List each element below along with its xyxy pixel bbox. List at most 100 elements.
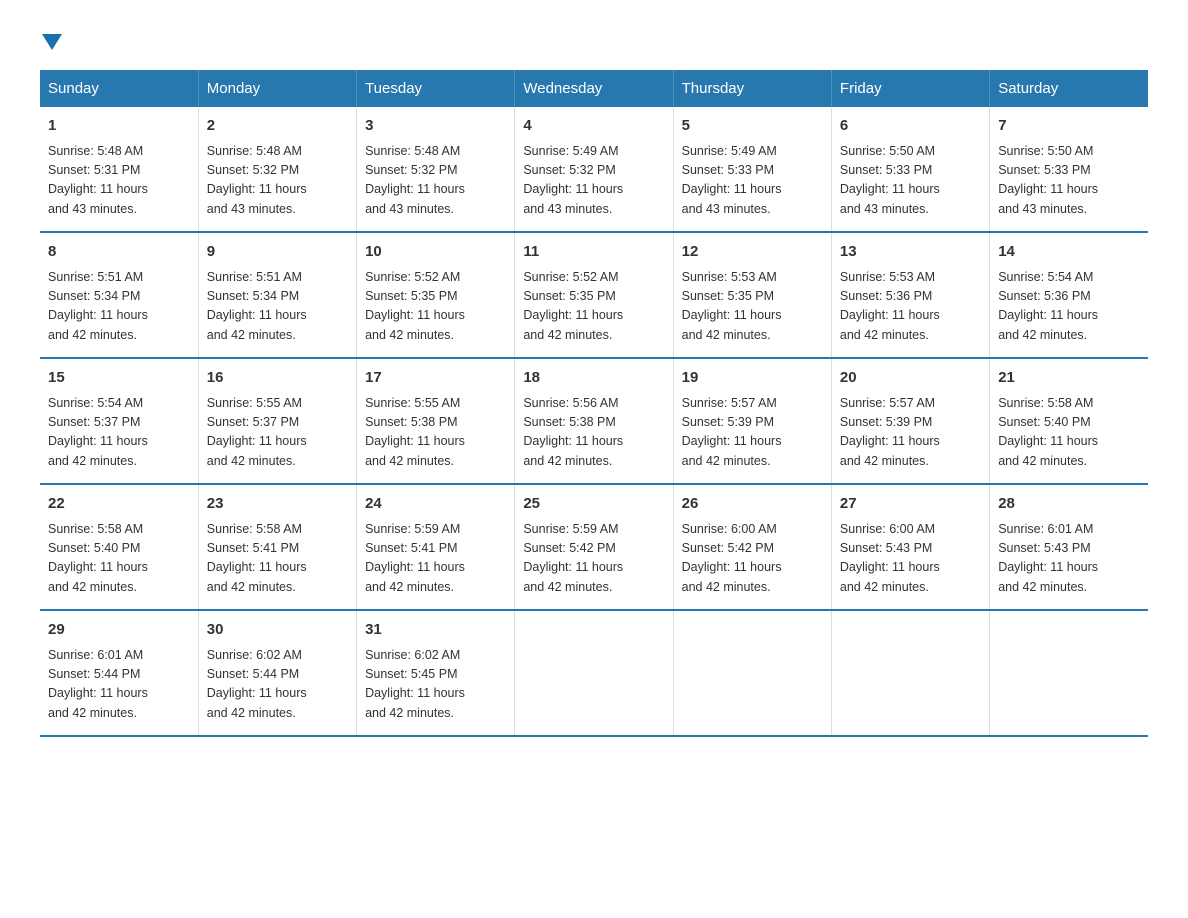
day-info: Sunrise: 5:52 AMSunset: 5:35 PMDaylight:… [365, 268, 506, 346]
weekday-header-monday: Monday [198, 70, 356, 107]
day-number: 24 [365, 493, 506, 516]
day-number: 31 [365, 619, 506, 642]
calendar-week-row: 15 Sunrise: 5:54 AMSunset: 5:37 PMDayligh… [40, 358, 1148, 484]
day-number: 25 [523, 493, 664, 516]
day-number: 5 [682, 115, 823, 138]
day-info: Sunrise: 5:58 AMSunset: 5:41 PMDaylight:… [207, 520, 348, 598]
calendar-cell: 17 Sunrise: 5:55 AMSunset: 5:38 PMDayligh… [357, 358, 515, 484]
weekday-header-sunday: Sunday [40, 70, 198, 107]
weekday-header-wednesday: Wednesday [515, 70, 673, 107]
day-info: Sunrise: 6:01 AMSunset: 5:43 PMDaylight:… [998, 520, 1140, 598]
day-number: 2 [207, 115, 348, 138]
day-number: 16 [207, 367, 348, 390]
calendar-cell: 5 Sunrise: 5:49 AMSunset: 5:33 PMDaylight… [673, 107, 831, 232]
calendar-cell: 25Sunrise: 5:59 AMSunset: 5:42 PMDayligh… [515, 484, 673, 610]
day-number: 9 [207, 241, 348, 264]
day-info: Sunrise: 5:50 AMSunset: 5:33 PMDaylight:… [998, 142, 1140, 220]
day-info: Sunrise: 5:51 AMSunset: 5:34 PMDaylight:… [48, 268, 190, 346]
day-number: 6 [840, 115, 981, 138]
calendar-cell: 8Sunrise: 5:51 AMSunset: 5:34 PMDaylight… [40, 232, 198, 358]
day-number: 1 [48, 115, 190, 138]
calendar-week-row: 29 Sunrise: 6:01 AMSunset: 5:44 PMDayligh… [40, 610, 1148, 736]
day-number: 20 [840, 367, 981, 390]
day-number: 11 [523, 241, 664, 264]
day-info: Sunrise: 5:48 AMSunset: 5:32 PMDaylight:… [365, 142, 506, 220]
calendar-cell: 18Sunrise: 5:56 AMSunset: 5:38 PMDayligh… [515, 358, 673, 484]
weekday-header-thursday: Thursday [673, 70, 831, 107]
calendar-cell [673, 610, 831, 736]
logo-arrow-icon [42, 34, 62, 50]
logo [40, 30, 62, 50]
day-info: Sunrise: 6:02 AMSunset: 5:44 PMDaylight:… [207, 646, 348, 724]
day-info: Sunrise: 5:57 AMSunset: 5:39 PMDaylight:… [840, 394, 981, 472]
calendar-cell: 3 Sunrise: 5:48 AMSunset: 5:32 PMDaylight… [357, 107, 515, 232]
calendar-cell [990, 610, 1148, 736]
calendar-cell: 22 Sunrise: 5:58 AMSunset: 5:40 PMDayligh… [40, 484, 198, 610]
calendar-cell: 26 Sunrise: 6:00 AMSunset: 5:42 PMDayligh… [673, 484, 831, 610]
day-info: Sunrise: 5:55 AMSunset: 5:37 PMDaylight:… [207, 394, 348, 472]
calendar-cell: 1 Sunrise: 5:48 AMSunset: 5:31 PMDaylight… [40, 107, 198, 232]
day-info: Sunrise: 5:58 AMSunset: 5:40 PMDaylight:… [48, 520, 190, 598]
day-number: 3 [365, 115, 506, 138]
calendar-cell: 16 Sunrise: 5:55 AMSunset: 5:37 PMDayligh… [198, 358, 356, 484]
calendar-cell: 19 Sunrise: 5:57 AMSunset: 5:39 PMDayligh… [673, 358, 831, 484]
calendar-cell: 9 Sunrise: 5:51 AMSunset: 5:34 PMDaylight… [198, 232, 356, 358]
day-number: 28 [998, 493, 1140, 516]
day-info: Sunrise: 5:58 AMSunset: 5:40 PMDaylight:… [998, 394, 1140, 472]
page-header [40, 30, 1148, 50]
calendar-cell: 28 Sunrise: 6:01 AMSunset: 5:43 PMDayligh… [990, 484, 1148, 610]
day-number: 10 [365, 241, 506, 264]
day-info: Sunrise: 5:53 AMSunset: 5:35 PMDaylight:… [682, 268, 823, 346]
day-info: Sunrise: 6:01 AMSunset: 5:44 PMDaylight:… [48, 646, 190, 724]
calendar-cell: 27Sunrise: 6:00 AMSunset: 5:43 PMDayligh… [831, 484, 989, 610]
day-info: Sunrise: 5:50 AMSunset: 5:33 PMDaylight:… [840, 142, 981, 220]
calendar-cell: 2Sunrise: 5:48 AMSunset: 5:32 PMDaylight… [198, 107, 356, 232]
calendar-cell: 30Sunrise: 6:02 AMSunset: 5:44 PMDayligh… [198, 610, 356, 736]
day-info: Sunrise: 6:00 AMSunset: 5:42 PMDaylight:… [682, 520, 823, 598]
day-info: Sunrise: 5:59 AMSunset: 5:41 PMDaylight:… [365, 520, 506, 598]
day-info: Sunrise: 5:49 AMSunset: 5:33 PMDaylight:… [682, 142, 823, 220]
day-number: 19 [682, 367, 823, 390]
calendar-header: SundayMondayTuesdayWednesdayThursdayFrid… [40, 70, 1148, 107]
day-info: Sunrise: 5:55 AMSunset: 5:38 PMDaylight:… [365, 394, 506, 472]
calendar-cell: 7Sunrise: 5:50 AMSunset: 5:33 PMDaylight… [990, 107, 1148, 232]
day-info: Sunrise: 5:48 AMSunset: 5:31 PMDaylight:… [48, 142, 190, 220]
calendar-week-row: 8Sunrise: 5:51 AMSunset: 5:34 PMDaylight… [40, 232, 1148, 358]
day-info: Sunrise: 5:54 AMSunset: 5:37 PMDaylight:… [48, 394, 190, 472]
day-number: 21 [998, 367, 1140, 390]
day-number: 12 [682, 241, 823, 264]
day-info: Sunrise: 5:57 AMSunset: 5:39 PMDaylight:… [682, 394, 823, 472]
calendar-cell [515, 610, 673, 736]
day-number: 26 [682, 493, 823, 516]
calendar-cell: 24 Sunrise: 5:59 AMSunset: 5:41 PMDayligh… [357, 484, 515, 610]
weekday-header-saturday: Saturday [990, 70, 1148, 107]
day-number: 17 [365, 367, 506, 390]
calendar-cell: 23 Sunrise: 5:58 AMSunset: 5:41 PMDayligh… [198, 484, 356, 610]
calendar-cell: 12 Sunrise: 5:53 AMSunset: 5:35 PMDayligh… [673, 232, 831, 358]
day-info: Sunrise: 5:52 AMSunset: 5:35 PMDaylight:… [523, 268, 664, 346]
calendar-cell: 13Sunrise: 5:53 AMSunset: 5:36 PMDayligh… [831, 232, 989, 358]
calendar-cell [831, 610, 989, 736]
calendar-week-row: 1 Sunrise: 5:48 AMSunset: 5:31 PMDaylight… [40, 107, 1148, 232]
day-number: 29 [48, 619, 190, 642]
calendar-cell: 20 Sunrise: 5:57 AMSunset: 5:39 PMDayligh… [831, 358, 989, 484]
day-number: 23 [207, 493, 348, 516]
calendar-cell: 14Sunrise: 5:54 AMSunset: 5:36 PMDayligh… [990, 232, 1148, 358]
day-number: 15 [48, 367, 190, 390]
calendar-body: 1 Sunrise: 5:48 AMSunset: 5:31 PMDaylight… [40, 107, 1148, 736]
day-number: 4 [523, 115, 664, 138]
weekday-header-row: SundayMondayTuesdayWednesdayThursdayFrid… [40, 70, 1148, 107]
calendar-cell: 15 Sunrise: 5:54 AMSunset: 5:37 PMDayligh… [40, 358, 198, 484]
calendar-cell: 10 Sunrise: 5:52 AMSunset: 5:35 PMDayligh… [357, 232, 515, 358]
day-info: Sunrise: 5:53 AMSunset: 5:36 PMDaylight:… [840, 268, 981, 346]
day-number: 22 [48, 493, 190, 516]
calendar-cell: 11 Sunrise: 5:52 AMSunset: 5:35 PMDayligh… [515, 232, 673, 358]
day-number: 18 [523, 367, 664, 390]
calendar-cell: 31Sunrise: 6:02 AMSunset: 5:45 PMDayligh… [357, 610, 515, 736]
day-number: 27 [840, 493, 981, 516]
calendar-table: SundayMondayTuesdayWednesdayThursdayFrid… [40, 70, 1148, 737]
weekday-header-tuesday: Tuesday [357, 70, 515, 107]
day-info: Sunrise: 5:51 AMSunset: 5:34 PMDaylight:… [207, 268, 348, 346]
calendar-cell: 29 Sunrise: 6:01 AMSunset: 5:44 PMDayligh… [40, 610, 198, 736]
weekday-header-friday: Friday [831, 70, 989, 107]
